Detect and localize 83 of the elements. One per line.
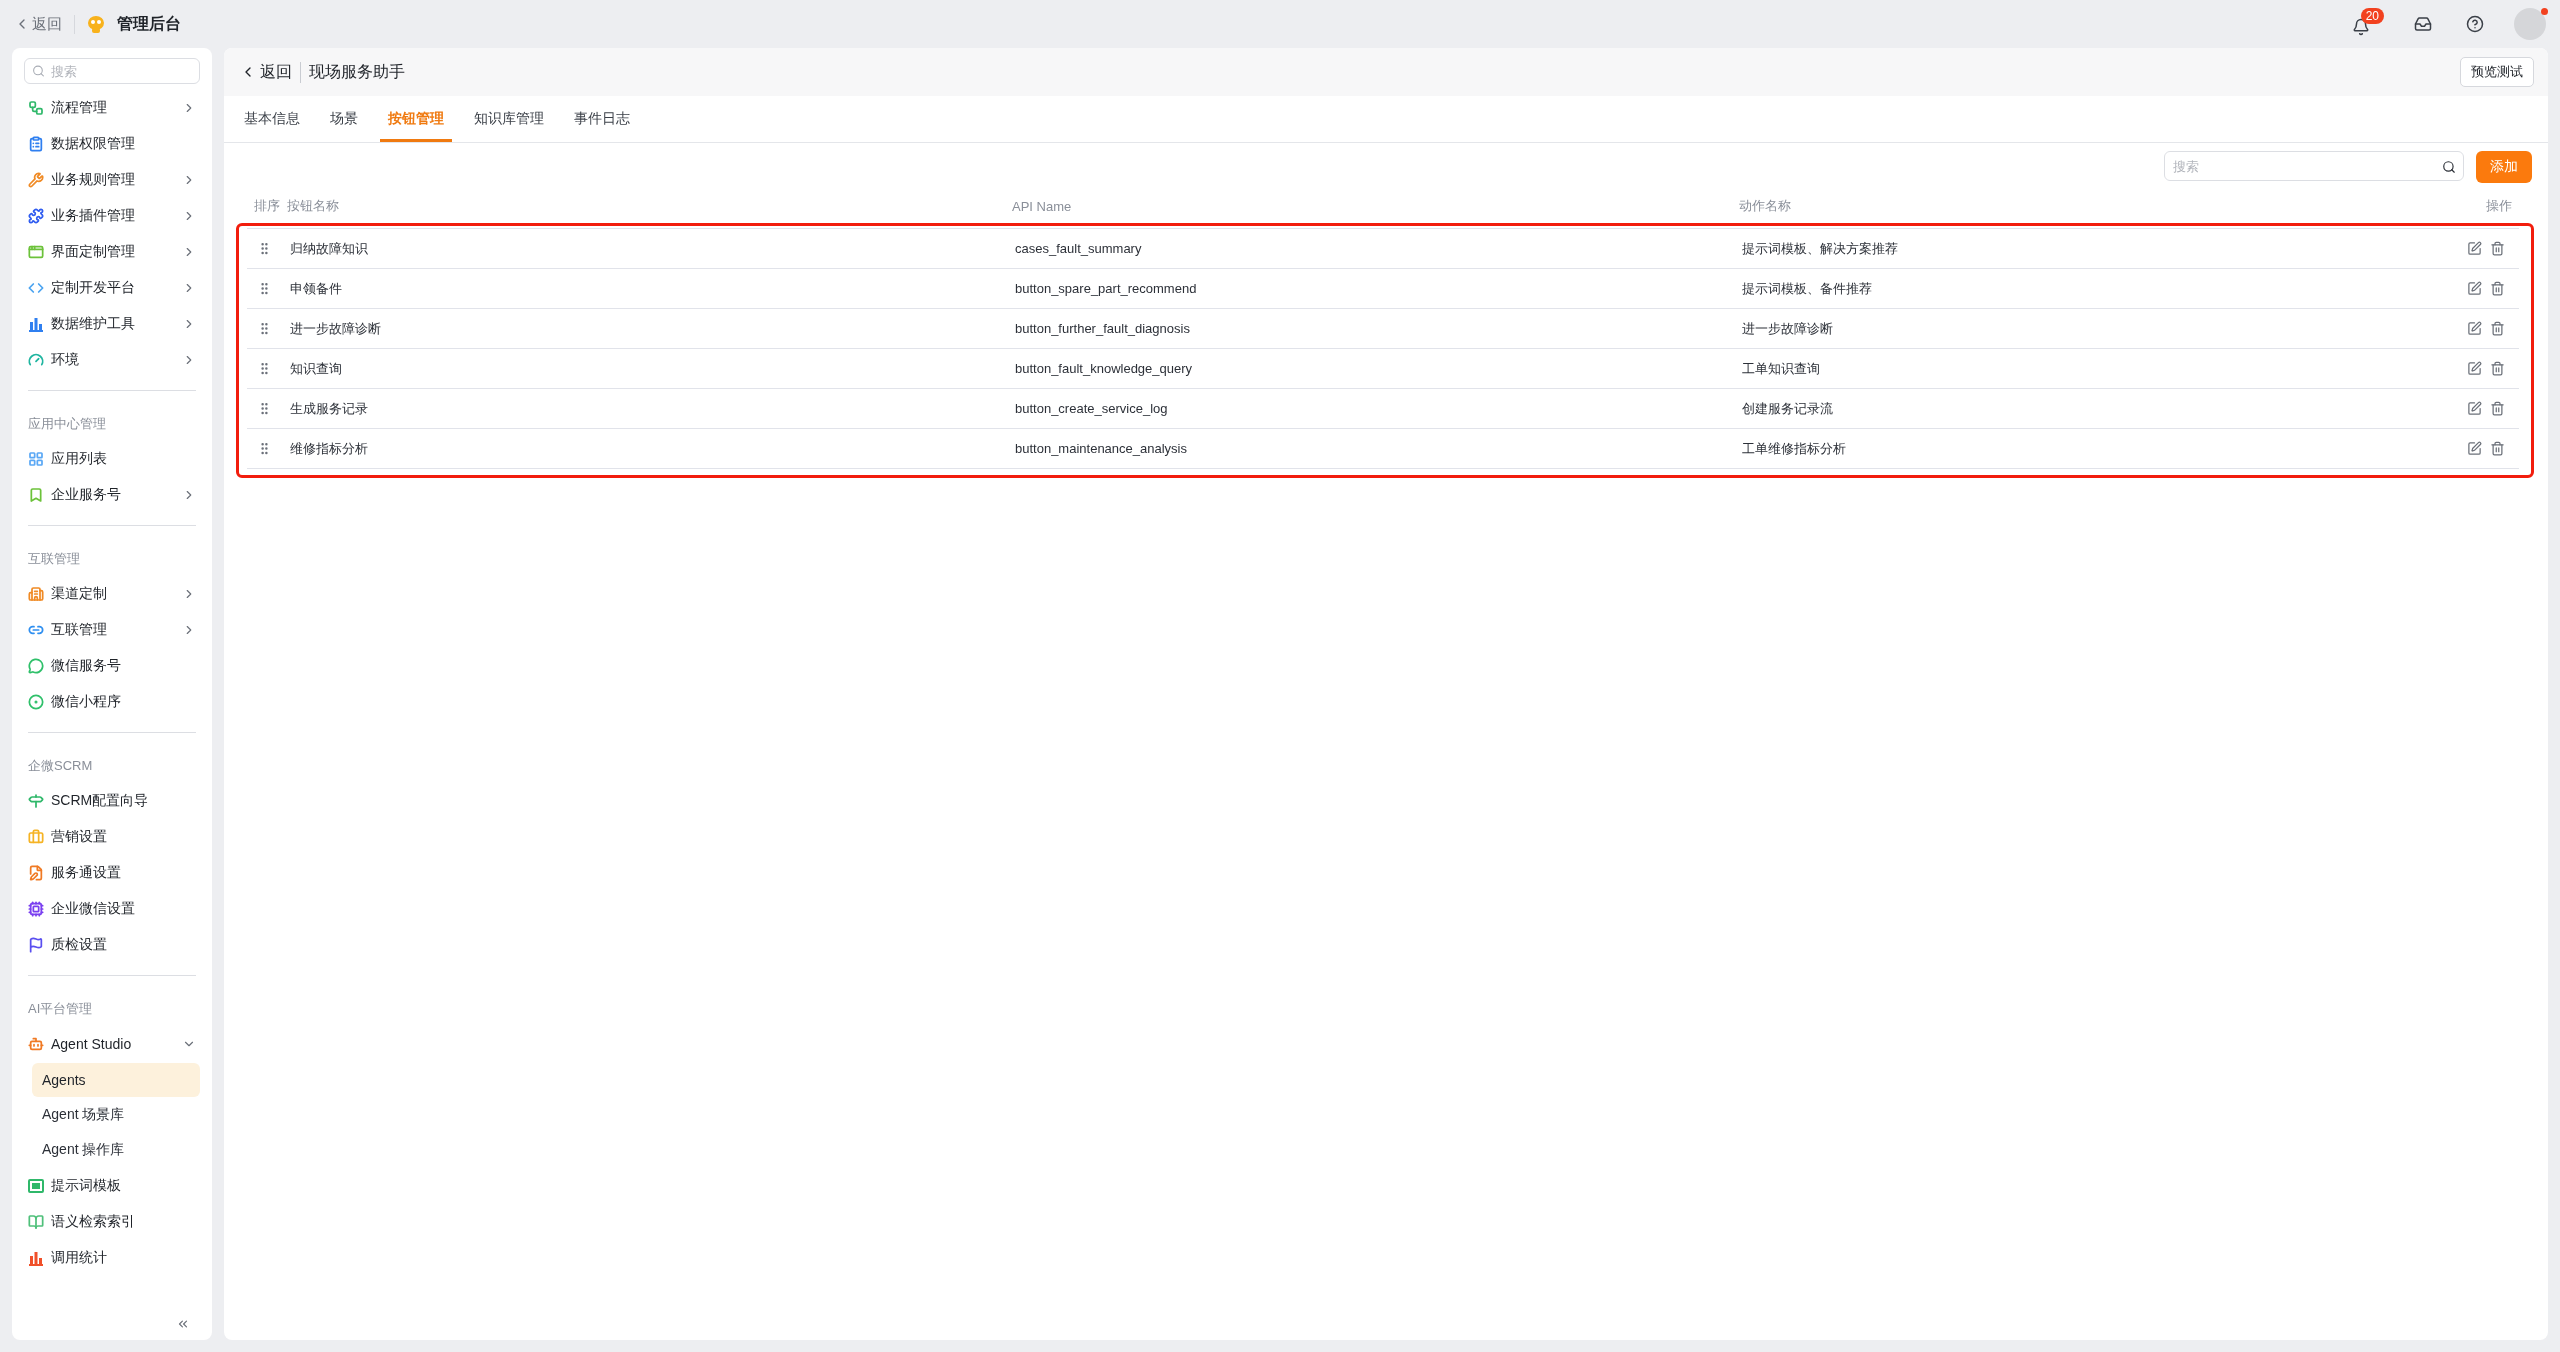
sidebar-item[interactable]: 应用列表 bbox=[24, 441, 200, 477]
sidebar-item[interactable]: 定制开发平台 bbox=[24, 270, 200, 306]
sidebar-item[interactable]: Agent Studio bbox=[24, 1026, 200, 1062]
page-title: 现场服务助手 bbox=[309, 61, 405, 82]
edit-button[interactable] bbox=[2467, 361, 2482, 376]
table-cell-text: button_spare_part_recommend bbox=[1015, 281, 1198, 296]
table-cell-text: cases_fault_summary bbox=[1015, 241, 1143, 256]
column-header: 动作名称 bbox=[1739, 197, 1792, 215]
search-icon[interactable] bbox=[2442, 160, 2456, 174]
table-cell-text: 提示词模板、备件推荐 bbox=[1742, 279, 1873, 298]
column-header: API Name bbox=[1012, 198, 1073, 214]
delete-button[interactable] bbox=[2490, 241, 2505, 256]
table-cell-text: 申领备件 bbox=[290, 279, 343, 298]
section-title: 应用中心管理 bbox=[27, 415, 107, 433]
sidebar-item[interactable]: SCRM配置向导 bbox=[24, 783, 200, 819]
delete-button[interactable] bbox=[2490, 321, 2505, 336]
table-cell-text: button_maintenance_analysis bbox=[1015, 441, 1188, 456]
table-cell-text: 提示词模板、解决方案推荐 bbox=[1742, 239, 1899, 258]
tab[interactable]: 基本信息 bbox=[236, 96, 308, 142]
sidebar-item[interactable]: 界面定制管理 bbox=[24, 234, 200, 270]
table-cell-text: button_further_fault_diagnosis bbox=[1015, 321, 1191, 336]
edit-button[interactable] bbox=[2467, 281, 2482, 296]
edit-button[interactable] bbox=[2467, 241, 2482, 256]
tab[interactable]: 知识库管理 bbox=[466, 96, 552, 142]
sidebar-item[interactable]: 微信服务号 bbox=[24, 648, 200, 684]
sidebar-item[interactable]: 服务通设置 bbox=[24, 855, 200, 891]
edit-button[interactable] bbox=[2467, 321, 2482, 336]
bell-icon bbox=[2352, 18, 2370, 36]
sidebar-item[interactable]: 企业服务号 bbox=[24, 477, 200, 513]
avatar[interactable] bbox=[2514, 8, 2546, 40]
sidebar-item[interactable]: 调用统计 bbox=[24, 1240, 200, 1276]
sidebar-subitem[interactable]: Agent 场景库 bbox=[32, 1098, 200, 1132]
edit-button[interactable] bbox=[2467, 401, 2482, 416]
back-link[interactable]: 返回 bbox=[240, 61, 301, 83]
table-cell-text: 工单知识查询 bbox=[1742, 359, 1821, 378]
table-cell-text: 生成服务记录 bbox=[290, 399, 369, 418]
section-title: 互联管理 bbox=[27, 550, 81, 568]
column-header: 排序 bbox=[254, 197, 281, 215]
sidebar-item[interactable]: 质检设置 bbox=[24, 927, 200, 963]
app-title: 管理后台 bbox=[117, 13, 181, 34]
table-cell-text: 工单维修指标分析 bbox=[1742, 439, 1847, 458]
column-header: 按钮名称 bbox=[287, 197, 340, 215]
sidebar-item[interactable]: 业务规则管理 bbox=[24, 162, 200, 198]
table-cell-text: 创建服务记录流 bbox=[1742, 399, 1834, 418]
delete-button[interactable] bbox=[2490, 281, 2505, 296]
table-cell-text: 归纳故障知识 bbox=[290, 239, 369, 258]
sidebar-item[interactable]: 互联管理 bbox=[24, 612, 200, 648]
table-cell-text: 维修指标分析 bbox=[290, 439, 369, 458]
search-field[interactable]: 搜索 bbox=[24, 58, 200, 84]
delete-button[interactable] bbox=[2490, 361, 2505, 376]
back-link[interactable]: 返回 bbox=[14, 14, 75, 34]
sidebar-subitem[interactable]: Agents bbox=[32, 1063, 200, 1097]
sidebar-item[interactable]: 提示词模板 bbox=[24, 1168, 200, 1204]
sidebar-item[interactable]: 渠道定制 bbox=[24, 576, 200, 612]
table-cell-text: 知识查询 bbox=[290, 359, 343, 378]
tab[interactable]: 场景 bbox=[322, 96, 366, 142]
table-cell-text: 进一步故障诊断 bbox=[290, 319, 382, 338]
sidebar-item[interactable]: 语义检索索引 bbox=[24, 1204, 200, 1240]
sidebar-item[interactable]: 数据权限管理 bbox=[24, 126, 200, 162]
edit-button[interactable] bbox=[2467, 441, 2482, 456]
sidebar-item[interactable]: 环境 bbox=[24, 342, 200, 378]
sidebar-item[interactable]: 数据维护工具 bbox=[24, 306, 200, 342]
preview-button[interactable]: 预览测试 bbox=[2460, 57, 2534, 87]
notification-button[interactable]: 20 bbox=[2348, 8, 2384, 40]
table-cell-text: button_create_service_log bbox=[1015, 401, 1169, 416]
double-chevron-icon bbox=[176, 1317, 190, 1331]
sidebar-item[interactable]: 微信小程序 bbox=[24, 684, 200, 720]
section-title: 企微SCRM bbox=[27, 757, 94, 775]
tab[interactable]: 事件日志 bbox=[566, 96, 638, 142]
table-cell-text: button_fault_knowledge_query bbox=[1015, 361, 1194, 376]
delete-button[interactable] bbox=[2490, 441, 2505, 456]
notification-badge: 20 bbox=[2360, 8, 2384, 24]
sidebar-item[interactable]: 营销设置 bbox=[24, 819, 200, 855]
table-cell-text: 进一步故障诊断 bbox=[1742, 319, 1834, 338]
sidebar-subitem[interactable]: Agent 操作库 bbox=[32, 1133, 200, 1167]
section-title: AI平台管理 bbox=[27, 1000, 94, 1018]
sidebar-item[interactable]: 流程管理 bbox=[24, 90, 200, 126]
search-field[interactable]: 搜索 bbox=[2164, 151, 2464, 181]
column-header: 操作 bbox=[2485, 197, 2513, 215]
sidebar-item[interactable]: 企业微信设置 bbox=[24, 891, 200, 927]
search-icon bbox=[32, 64, 45, 78]
delete-button[interactable] bbox=[2490, 401, 2505, 416]
sidebar-item[interactable]: 业务插件管理 bbox=[24, 198, 200, 234]
